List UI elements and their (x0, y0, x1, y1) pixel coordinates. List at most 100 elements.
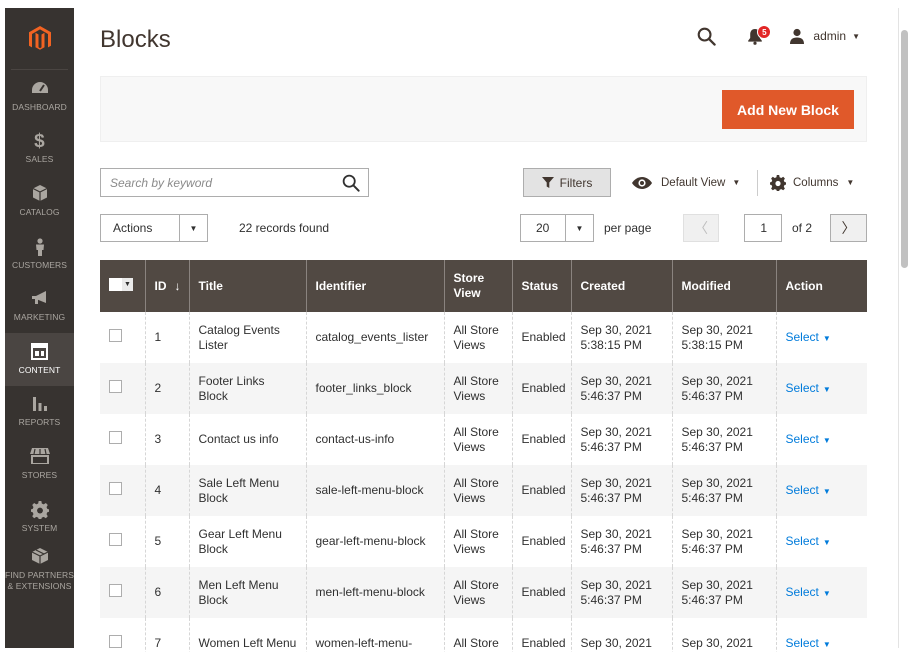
cell-status: Enabled (511, 363, 571, 414)
mass-actions-dropdown[interactable]: Actions ▼ (100, 214, 208, 242)
sidebar-item-label: SYSTEM (21, 522, 58, 533)
notifications-button[interactable]: 5 (743, 22, 772, 50)
row-checkbox[interactable] (109, 482, 122, 495)
sidebar-item-system[interactable]: SYSTEM (5, 491, 74, 544)
cell-status: Enabled (511, 465, 571, 516)
global-search-button[interactable] (691, 22, 721, 50)
scrollbar-thumb[interactable] (901, 30, 908, 268)
table-row[interactable]: 1 Catalog Events Lister catalog_events_lis… (100, 312, 867, 363)
cell-created: Sep 30, 2021 5:46:37 PM (570, 363, 672, 414)
row-action-select[interactable]: Select ▼ (786, 381, 831, 395)
row-action-select[interactable]: Select ▼ (786, 483, 831, 497)
notifications-count-badge: 5 (757, 25, 772, 39)
magento-logo[interactable] (11, 8, 68, 70)
sidebar-item-sales[interactable]: $ SALES (5, 123, 74, 176)
cell-action: Select ▼ (775, 465, 867, 516)
chevron-down-icon[interactable]: ▼ (179, 215, 207, 241)
eye-icon (632, 176, 652, 189)
view-selector[interactable]: Default View ▼ (632, 168, 740, 197)
cell-id: 5 (144, 516, 189, 567)
table-row[interactable]: 2 Footer Links Block footer_links_block All… (100, 363, 867, 414)
sidebar-item-reports[interactable]: REPORTS (5, 386, 74, 439)
next-page-button[interactable]: 〉 (830, 214, 867, 242)
chevron-down-icon: ▼ (822, 384, 831, 394)
table-row[interactable]: 5 Gear Left Menu Block gear-left-menu-bloc… (100, 516, 867, 567)
column-header-created[interactable]: Created (570, 260, 672, 312)
cell-title: Catalog Events Lister (188, 312, 306, 363)
column-header-title[interactable]: Title (188, 260, 306, 312)
add-new-block-button[interactable]: Add New Block (722, 90, 854, 129)
row-checkbox[interactable] (109, 533, 122, 546)
chevron-right-icon: 〉 (841, 220, 856, 236)
row-action-select[interactable]: Select ▼ (786, 636, 831, 650)
mass-select-checkbox[interactable]: ▼ (109, 277, 133, 291)
sidebar-item-stores[interactable]: STORES (5, 438, 74, 491)
cell-action: Select ▼ (775, 414, 867, 465)
row-action-select[interactable]: Select ▼ (786, 432, 831, 446)
cell-identifier: women-left-menu- (305, 618, 444, 652)
cell-identifier: catalog_events_lister (305, 312, 444, 363)
admin-sidebar: DASHBOARD $ SALES CATALOG CUSTOMERS MARKETING… (5, 8, 74, 648)
cell-store-view: All Store Views (443, 363, 512, 414)
row-select-cell (100, 567, 145, 618)
column-header-status[interactable]: Status (511, 260, 571, 312)
cell-identifier: footer_links_block (305, 363, 444, 414)
table-row[interactable]: 3 Contact us info contact-us-info All Store… (100, 414, 867, 465)
column-header-modified[interactable]: Modified (671, 260, 776, 312)
chevron-down-icon: ▼ (822, 486, 831, 496)
sidebar-item-catalog[interactable]: CATALOG (5, 175, 74, 228)
toolbar-divider (757, 170, 758, 196)
chevron-down-icon[interactable]: ▼ (565, 215, 593, 241)
table-row[interactable]: 7 Women Left Menu women-left-menu- All Stor… (100, 618, 867, 652)
cell-created: Sep 30, 2021 5:46:37 PM (570, 465, 672, 516)
sidebar-item-dashboard[interactable]: DASHBOARD (5, 70, 74, 123)
column-header-store-view[interactable]: Store View (443, 260, 512, 312)
row-action-select[interactable]: Select ▼ (786, 534, 831, 548)
cell-action: Select ▼ (775, 567, 867, 618)
per-page-select[interactable]: 20 ▼ (520, 214, 594, 242)
row-select-cell (100, 363, 145, 414)
sort-arrow-icon: ↓ (174, 278, 181, 293)
cell-created: Sep 30, 2021 5:46:37 PM (570, 567, 672, 618)
table-row[interactable]: 4 Sale Left Menu Block sale-left-menu-bloc… (100, 465, 867, 516)
cell-store-view: All Store Views (443, 516, 512, 567)
sidebar-item-label: MARKETING (13, 312, 66, 323)
current-page-input[interactable] (744, 214, 782, 242)
previous-page-button[interactable]: 〈 (683, 214, 719, 242)
cell-id: 3 (144, 414, 189, 465)
row-checkbox[interactable] (109, 380, 122, 393)
chevron-down-icon: ▼ (822, 537, 831, 547)
filters-button[interactable]: Filters (523, 168, 611, 197)
keyword-search-input[interactable] (101, 169, 334, 196)
sidebar-item-customers[interactable]: CUSTOMERS (5, 228, 74, 281)
user-name: admin (813, 29, 847, 43)
sidebar-item-find-partners-extensions[interactable]: FIND PARTNERS & EXTENSIONS (5, 543, 74, 596)
column-header-id[interactable]: ID ↓ (144, 260, 189, 312)
page-scrollbar[interactable] (898, 8, 910, 648)
sidebar-item-label: FIND PARTNERS & EXTENSIONS (5, 569, 74, 591)
column-header-identifier[interactable]: Identifier (305, 260, 444, 312)
columns-selector[interactable]: Columns ▼ (770, 168, 854, 197)
row-checkbox[interactable] (109, 329, 122, 342)
row-action-select[interactable]: Select ▼ (786, 585, 831, 599)
mass-select-header[interactable]: ▼ (100, 260, 145, 312)
search-icon (697, 27, 716, 46)
user-menu[interactable]: admin ▼ (789, 28, 860, 44)
cell-status: Enabled (511, 312, 571, 363)
keyword-search-button[interactable] (334, 174, 368, 192)
row-checkbox[interactable] (109, 431, 122, 444)
cell-store-view: All Store Views (443, 567, 512, 618)
sidebar-item-label: DASHBOARD (12, 101, 67, 112)
sidebar-item-label: CUSTOMERS (11, 259, 68, 270)
sidebar-item-marketing[interactable]: MARKETING (5, 280, 74, 333)
table-row[interactable]: 6 Men Left Menu Block men-left-menu-block A… (100, 567, 867, 618)
row-action-select[interactable]: Select ▼ (786, 330, 831, 344)
row-checkbox[interactable] (109, 635, 122, 648)
cell-action: Select ▼ (775, 363, 867, 414)
megaphone-icon (31, 290, 49, 310)
cell-title: Men Left Menu Block (188, 567, 306, 618)
sidebar-item-content[interactable]: CONTENT (5, 332, 74, 386)
person-icon (34, 237, 46, 258)
row-checkbox[interactable] (109, 584, 122, 597)
sidebar-item-label: REPORTS (18, 417, 61, 428)
